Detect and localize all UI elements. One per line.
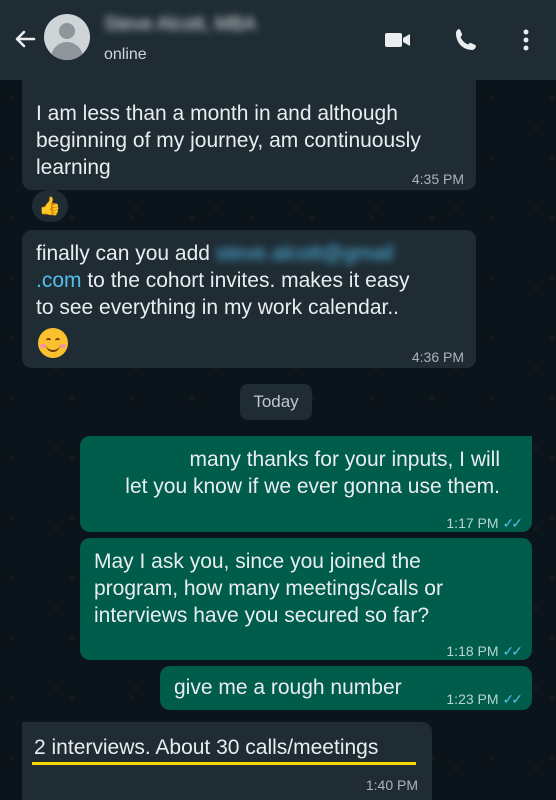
double-check-read-icon: ✓✓ [502,691,524,707]
double-check-read-icon: ✓✓ [502,643,524,659]
contact-name[interactable]: Steve Alcott, MBA [104,14,334,36]
more-options-icon[interactable] [510,24,542,56]
message-time: 1:17 PM ✓✓ [446,515,524,531]
message-text: to the cohort invites. makes it easy [81,269,410,292]
smiling-face-emoji-icon [38,328,68,358]
message-text-line: I am less than a month in and although [36,102,398,125]
contact-status: online [104,46,147,63]
redacted-email-link[interactable]: steve.alcott@gmail [216,242,394,265]
message-text-line: May I ask you, since you joined the [94,550,421,573]
message-text-line: program, how many meetings/calls or [94,577,443,600]
message-incoming[interactable]: I am less than a month in and although b… [22,80,476,190]
message-incoming[interactable]: 2 interviews. About 30 calls/meetings 1:… [22,722,432,800]
message-text-line: learning [36,156,111,179]
message-outgoing[interactable]: many thanks for your inputs, I will let … [80,436,532,532]
message-time: 1:40 PM [365,777,418,793]
video-call-icon[interactable] [382,24,414,56]
message-outgoing[interactable]: May I ask you, since you joined the prog… [80,538,532,660]
double-check-read-icon: ✓✓ [502,515,524,531]
voice-call-icon[interactable] [450,24,482,56]
message-time: 4:35 PM [411,171,464,187]
message-text-line: let you know if we ever gonna use them. [125,475,500,498]
message-time: 4:36 PM [411,349,464,365]
message-outgoing[interactable]: give me a rough number 1:23 PM ✓✓ [160,666,532,710]
thumbs-up-reaction-icon[interactable]: 👍 [32,190,68,222]
message-text-line: interviews have you secured so far? [94,604,430,627]
message-text-line: beginning of my journey, am continuously [36,129,421,152]
message-text-line: many thanks for your inputs, I will [189,448,500,471]
message-time: 1:18 PM ✓✓ [446,643,524,659]
message-incoming[interactable]: finally can you add steve.alcott@gmail .… [22,230,476,368]
avatar[interactable] [44,14,90,60]
message-text-line: 2 interviews. About 30 calls/meetings [34,736,379,759]
message-text: finally can you add [36,242,216,265]
chat-header: Steve Alcott, MBA online [0,0,556,80]
highlight-underline [32,762,416,765]
message-text-line: give me a rough number [174,676,402,699]
message-time: 1:23 PM ✓✓ [446,691,524,707]
back-arrow-icon[interactable] [10,24,40,54]
email-link[interactable]: .com [36,269,82,292]
day-separator: Today [240,384,312,420]
message-text-line: to see everything in my work calendar.. [36,296,400,319]
